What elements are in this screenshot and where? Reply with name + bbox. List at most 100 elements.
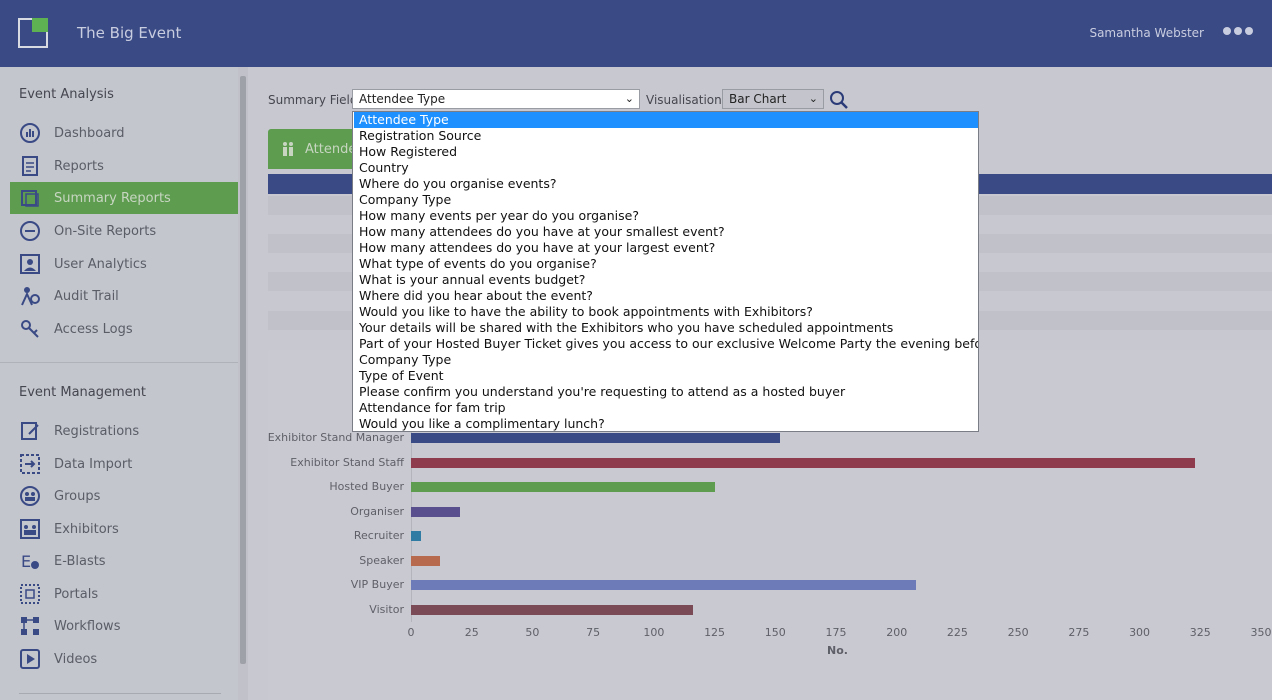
visualisation-select[interactable]: Bar Chart ⌄ xyxy=(722,89,824,109)
dropdown-option[interactable]: Would you like to have the ability to bo… xyxy=(354,304,978,320)
dropdown-option[interactable]: Would you like a complimentary lunch? xyxy=(354,416,978,432)
summary-field-select[interactable]: Attendee Type ⌄ xyxy=(352,89,640,109)
sidebar-item-reports[interactable]: Reports xyxy=(0,150,238,182)
sidebar-item-label: Workflows xyxy=(54,618,121,634)
chevron-down-icon: ⌄ xyxy=(808,92,818,105)
sidebar-divider xyxy=(0,362,238,363)
dropdown-option[interactable]: Please confirm you understand you're req… xyxy=(354,384,978,400)
sidebar-item-videos[interactable]: Videos xyxy=(0,643,238,675)
more-options-icon[interactable] xyxy=(1223,27,1253,37)
dashboard-icon xyxy=(20,123,40,143)
sidebar-item-label: Groups xyxy=(54,488,101,504)
sidebar-item-audit-trail[interactable]: Audit Trail xyxy=(0,280,238,312)
chart-bar[interactable] xyxy=(411,433,781,443)
dropdown-option[interactable]: Where do you organise events? xyxy=(354,176,978,192)
chevron-down-icon: ⌄ xyxy=(624,92,634,105)
sidebar-item-data-import[interactable]: Data Import xyxy=(0,448,238,480)
chart-bar[interactable] xyxy=(411,555,441,566)
summary-field-label: Summary Field xyxy=(268,93,358,107)
summary-reports-icon xyxy=(21,190,39,207)
e-blasts-icon: E xyxy=(21,552,39,571)
sidebar-item-label: Data Import xyxy=(54,456,133,472)
registrations-icon xyxy=(21,422,39,440)
groups-icon xyxy=(20,486,40,506)
chart-bar[interactable] xyxy=(411,457,1196,468)
dropdown-option[interactable]: Where did you hear about the event? xyxy=(354,288,978,304)
section-title-event-analysis: Event Analysis xyxy=(19,87,114,102)
chart-bar[interactable] xyxy=(411,531,421,541)
data-import-icon xyxy=(20,454,40,474)
chart-x-tick-label: 275 xyxy=(1068,626,1090,639)
chart-bar[interactable] xyxy=(411,580,917,590)
dropdown-option[interactable]: What is your annual events budget? xyxy=(354,272,978,288)
dropdown-option[interactable]: Attendance for fam trip xyxy=(354,400,978,416)
sidebar: Event Analysis Dashboard Reports Summary… xyxy=(0,67,238,700)
reports-icon xyxy=(22,156,38,176)
dropdown-option[interactable]: Registration Source xyxy=(354,128,978,144)
chart-x-tick-label: 75 xyxy=(586,626,601,639)
user-analytics-icon xyxy=(20,254,40,274)
dropdown-option[interactable]: Company Type xyxy=(354,352,978,368)
dropdown-option[interactable]: How many attendees do you have at your l… xyxy=(354,240,978,256)
chart-y-axis-line xyxy=(411,425,412,622)
chart-x-tick-label: 175 xyxy=(825,626,847,639)
dropdown-option[interactable]: Type of Event xyxy=(354,368,978,384)
dropdown-option[interactable]: Attendee Type xyxy=(354,112,978,128)
sidebar-item-summary-reports[interactable]: Summary Reports xyxy=(10,182,238,214)
sidebar-item-label: Portals xyxy=(54,586,99,602)
sidebar-item-dashboard[interactable]: Dashboard xyxy=(0,117,238,149)
sidebar-item-label: Summary Reports xyxy=(54,190,171,206)
sidebar-item-label: Videos xyxy=(54,651,98,667)
user-name[interactable]: Samantha Webster xyxy=(1089,26,1204,40)
sidebar-item-label: Exhibitors xyxy=(54,521,119,537)
chart-x-tick-label: 300 xyxy=(1129,626,1151,639)
sidebar-divider xyxy=(19,693,221,694)
chart-category-label: Exhibitor Stand Manager xyxy=(267,431,404,444)
sidebar-item-exhibitors[interactable]: Exhibitors xyxy=(0,513,238,545)
chart-x-tick-label: 200 xyxy=(886,626,908,639)
sidebar-item-access-logs[interactable]: Access Logs xyxy=(0,313,238,345)
search-icon[interactable] xyxy=(829,90,849,110)
chart-x-axis-title: No. xyxy=(827,644,848,657)
exhibitors-icon xyxy=(20,519,40,539)
sidebar-item-label: E-Blasts xyxy=(54,553,106,569)
sidebar-item-e-blasts[interactable]: E E-Blasts xyxy=(0,545,238,577)
dropdown-option[interactable]: How many events per year do you organise… xyxy=(354,208,978,224)
chart-bar[interactable] xyxy=(411,482,715,492)
sidebar-item-groups[interactable]: Groups xyxy=(0,480,238,512)
dropdown-option[interactable]: How Registered xyxy=(354,144,978,160)
sidebar-item-label: On-Site Reports xyxy=(54,223,157,239)
chart-x-tick-label: 225 xyxy=(946,626,968,639)
portals-icon xyxy=(20,584,40,604)
chart-x-tick-label: 50 xyxy=(525,626,540,639)
sidebar-item-registrations[interactable]: Registrations xyxy=(0,415,238,447)
dropdown-option[interactable]: Company Type xyxy=(354,192,978,208)
sidebar-item-on-site-reports[interactable]: On-Site Reports xyxy=(0,215,238,247)
chart-x-tick-label: 100 xyxy=(643,626,665,639)
chart-x-tick-label: 350 xyxy=(1250,626,1272,639)
chart-x-tick-label: 250 xyxy=(1007,626,1029,639)
sidebar-item-workflows[interactable]: Workflows xyxy=(0,610,238,642)
chart-bar[interactable] xyxy=(411,604,693,615)
chart-category-label: Exhibitor Stand Staff xyxy=(290,455,404,469)
videos-icon xyxy=(20,649,40,669)
section-title-event-management: Event Management xyxy=(19,385,147,400)
summary-field-value: Attendee Type xyxy=(359,92,446,106)
sidebar-item-portals[interactable]: Portals xyxy=(0,578,238,610)
dropdown-option[interactable]: Part of your Hosted Buyer Ticket gives y… xyxy=(354,336,978,352)
chart-bar[interactable] xyxy=(411,506,460,517)
chart-x-tick-label: 125 xyxy=(704,626,726,639)
chart-category-label: Hosted Buyer xyxy=(329,480,404,493)
access-logs-icon xyxy=(21,320,39,338)
summary-field-dropdown-list: Attendee Type Registration Source How Regi… xyxy=(352,111,979,432)
sidebar-item-user-analytics[interactable]: User Analytics xyxy=(0,248,238,280)
dropdown-option[interactable]: What type of events do you organise? xyxy=(354,256,978,272)
dropdown-option[interactable]: Your details will be shared with the Exh… xyxy=(354,320,978,336)
chart-x-tick-label: 25 xyxy=(464,626,479,639)
audit-trail-icon xyxy=(21,287,40,306)
dropdown-option[interactable]: How many attendees do you have at your s… xyxy=(354,224,978,240)
dropdown-option[interactable]: Country xyxy=(354,160,978,176)
app-logo-accent xyxy=(32,18,48,32)
app-title: The Big Event xyxy=(77,24,182,42)
sidebar-scrollbar-thumb[interactable] xyxy=(240,76,246,664)
